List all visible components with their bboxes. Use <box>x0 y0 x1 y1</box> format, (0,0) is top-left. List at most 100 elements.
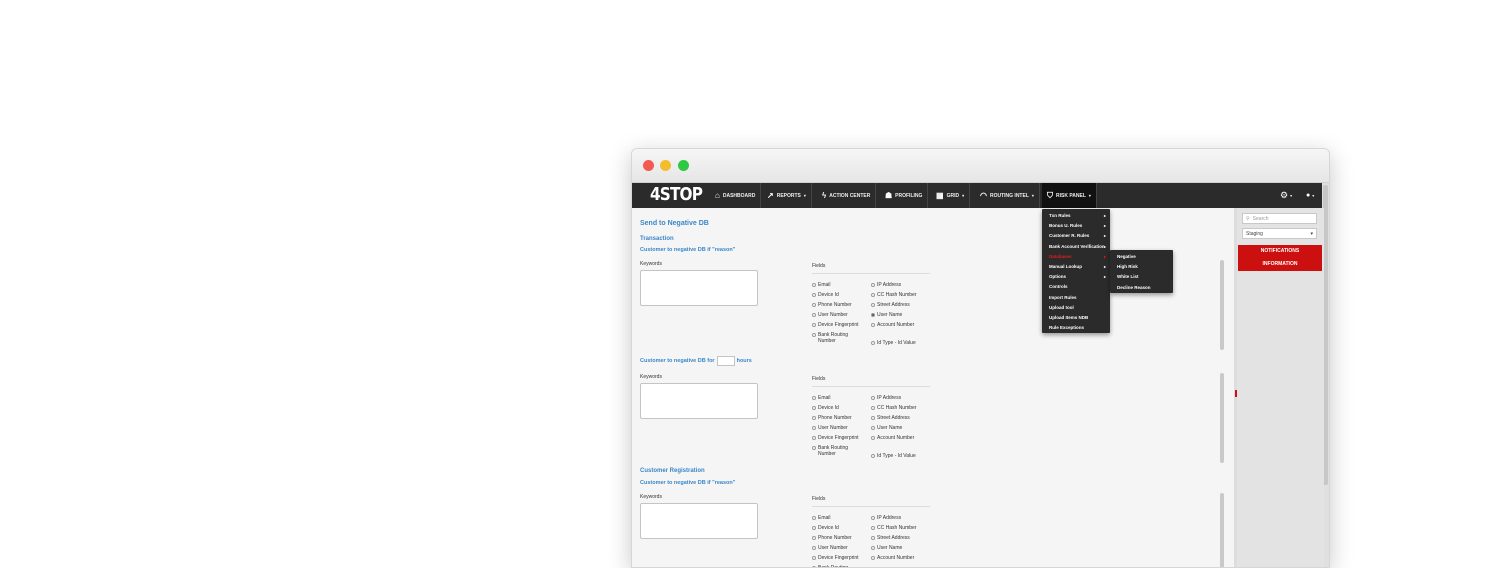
information-tab[interactable]: INFORMATION <box>1238 258 1322 271</box>
field-checkbox[interactable]: Account Number <box>871 322 914 328</box>
menu-item-databases[interactable]: Databases ▸ <box>1042 252 1110 262</box>
radio-icon[interactable] <box>871 341 875 345</box>
menu-item-rule-exceptions[interactable]: Rule Exceptions <box>1042 323 1110 333</box>
field-checkbox[interactable]: IP Address <box>871 515 901 521</box>
field-checkbox[interactable]: User Number <box>812 312 848 318</box>
menu-item-upload-items-ndb[interactable]: Upload Items NDB <box>1042 313 1110 323</box>
field-checkbox[interactable]: CC Hash Number <box>871 525 916 531</box>
field-checkbox[interactable]: Bank Routing Number <box>812 332 862 344</box>
field-checkbox[interactable]: Phone Number <box>812 535 852 541</box>
keywords-textarea[interactable] <box>640 503 758 539</box>
radio-icon[interactable] <box>812 416 816 420</box>
field-checkbox[interactable]: User Number <box>812 425 848 431</box>
field-checkbox[interactable]: Id Type - Id Value <box>871 453 916 459</box>
menu-item-bank-account-verification[interactable]: Bank Account Verification ▸ <box>1042 242 1110 252</box>
radio-icon[interactable] <box>871 303 875 307</box>
radio-icon[interactable] <box>812 436 816 440</box>
search-input[interactable]: ⚲ Search <box>1242 213 1317 224</box>
radio-icon[interactable] <box>812 516 816 520</box>
submenu-item-decline-reason[interactable]: Decline Reason <box>1110 283 1173 293</box>
notifications-tab[interactable]: NOTIFICATIONS <box>1238 245 1322 258</box>
submenu-item-white-list[interactable]: White List <box>1110 272 1173 282</box>
user-menu[interactable]: ● ▾ <box>1306 183 1314 208</box>
radio-icon[interactable] <box>812 396 816 400</box>
field-checkbox[interactable]: Device Id <box>812 525 839 531</box>
menu-item-bonus-u-rules[interactable]: Bonus U. Rules ▸ <box>1042 221 1110 231</box>
menu-item-controls[interactable]: Controls <box>1042 282 1110 292</box>
nav-dashboard[interactable]: ⌂ DASHBOARD <box>710 183 762 208</box>
radio-icon[interactable] <box>812 323 816 327</box>
field-checkbox[interactable]: Device Id <box>812 292 839 298</box>
radio-icon[interactable] <box>812 426 816 430</box>
field-checkbox[interactable]: Street Address <box>871 535 910 541</box>
menu-item-manual-lookup[interactable]: Manual Lookup ▸ <box>1042 262 1110 272</box>
block-scrollbar[interactable] <box>1220 493 1224 567</box>
field-checkbox[interactable]: CC Hash Number <box>871 405 916 411</box>
radio-icon[interactable] <box>871 436 875 440</box>
keywords-textarea[interactable] <box>640 270 758 306</box>
field-checkbox[interactable]: Email <box>812 515 831 521</box>
field-checkbox[interactable]: Account Number <box>871 555 914 561</box>
radio-icon[interactable] <box>871 546 875 550</box>
radio-icon[interactable] <box>812 556 816 560</box>
field-checkbox[interactable]: IP Address <box>871 282 901 288</box>
block-scrollbar[interactable] <box>1220 260 1224 350</box>
field-checkbox[interactable]: User Name <box>871 425 902 431</box>
radio-icon[interactable] <box>871 526 875 530</box>
field-checkbox[interactable]: Device Fingerprint <box>812 555 859 561</box>
field-checkbox[interactable]: Device Id <box>812 405 839 411</box>
field-checkbox[interactable]: Device Fingerprint <box>812 322 859 328</box>
radio-icon[interactable] <box>812 283 816 287</box>
menu-item-upload-tool[interactable]: Upload tool <box>1042 303 1110 313</box>
close-window-button[interactable] <box>643 160 654 171</box>
radio-icon[interactable] <box>812 333 816 337</box>
keywords-textarea[interactable] <box>640 383 758 419</box>
field-checkbox[interactable]: CC Hash Number <box>871 292 916 298</box>
notifications-panel[interactable]: NOTIFICATIONS INFORMATION <box>1238 245 1322 271</box>
field-checkbox[interactable]: Phone Number <box>812 302 852 308</box>
nav-action-center[interactable]: ϟ ACTION CENTER <box>817 183 877 208</box>
radio-icon[interactable] <box>871 426 875 430</box>
menu-item-import-rules[interactable]: Import Rules <box>1042 293 1110 303</box>
radio-icon[interactable] <box>812 536 816 540</box>
radio-icon[interactable] <box>871 556 875 560</box>
radio-icon[interactable] <box>871 454 875 458</box>
field-checkbox[interactable]: Email <box>812 395 831 401</box>
field-checkbox[interactable]: User Name <box>871 312 902 318</box>
nav-risk-panel[interactable]: ⛉ RISK PANEL ▾ <box>1042 183 1097 208</box>
field-checkbox[interactable]: Phone Number <box>812 415 852 421</box>
field-checkbox[interactable]: Street Address <box>871 415 910 421</box>
hours-input[interactable] <box>716 356 735 366</box>
radio-icon[interactable] <box>812 446 816 450</box>
radio-icon[interactable] <box>812 526 816 530</box>
field-checkbox[interactable]: IP Address <box>871 395 901 401</box>
radio-icon[interactable] <box>812 313 816 317</box>
radio-icon[interactable] <box>871 396 875 400</box>
radio-icon[interactable] <box>871 283 875 287</box>
field-checkbox[interactable]: Id Type - Id Value <box>871 340 916 346</box>
radio-icon[interactable] <box>812 546 816 550</box>
field-checkbox[interactable]: Street Address <box>871 302 910 308</box>
settings-menu[interactable]: ⚙ ▾ <box>1280 183 1292 208</box>
radio-icon[interactable] <box>812 293 816 297</box>
radio-icon[interactable] <box>871 313 875 317</box>
submenu-item-high-risk[interactable]: High Risk <box>1110 262 1173 272</box>
field-checkbox[interactable]: Device Fingerprint <box>812 435 859 441</box>
nav-grid[interactable]: ▦ GRID ▾ <box>931 183 971 208</box>
menu-item-txn-rules[interactable]: Txn Rules ▸ <box>1042 211 1110 221</box>
nav-reports[interactable]: ↗ REPORTS ▾ <box>762 183 812 208</box>
radio-icon[interactable] <box>871 406 875 410</box>
radio-icon[interactable] <box>871 516 875 520</box>
block-scrollbar[interactable] <box>1220 373 1224 463</box>
menu-item-customer-r-rules[interactable]: Customer R. Rules ▸ <box>1042 231 1110 241</box>
radio-icon[interactable] <box>871 536 875 540</box>
radio-icon[interactable] <box>812 406 816 410</box>
nav-profiling[interactable]: ☗ PROFILING <box>880 183 929 208</box>
environment-select[interactable]: Staging ▾ <box>1242 228 1317 239</box>
app-logo[interactable]: 4STOP <box>650 184 703 206</box>
field-checkbox[interactable]: Bank Routing Number <box>812 445 862 457</box>
nav-routing-intel[interactable]: ◠ ROUTING INTEL ▾ <box>975 183 1040 208</box>
field-checkbox[interactable]: Account Number <box>871 435 914 441</box>
radio-icon[interactable] <box>871 323 875 327</box>
field-checkbox[interactable]: Email <box>812 282 831 288</box>
